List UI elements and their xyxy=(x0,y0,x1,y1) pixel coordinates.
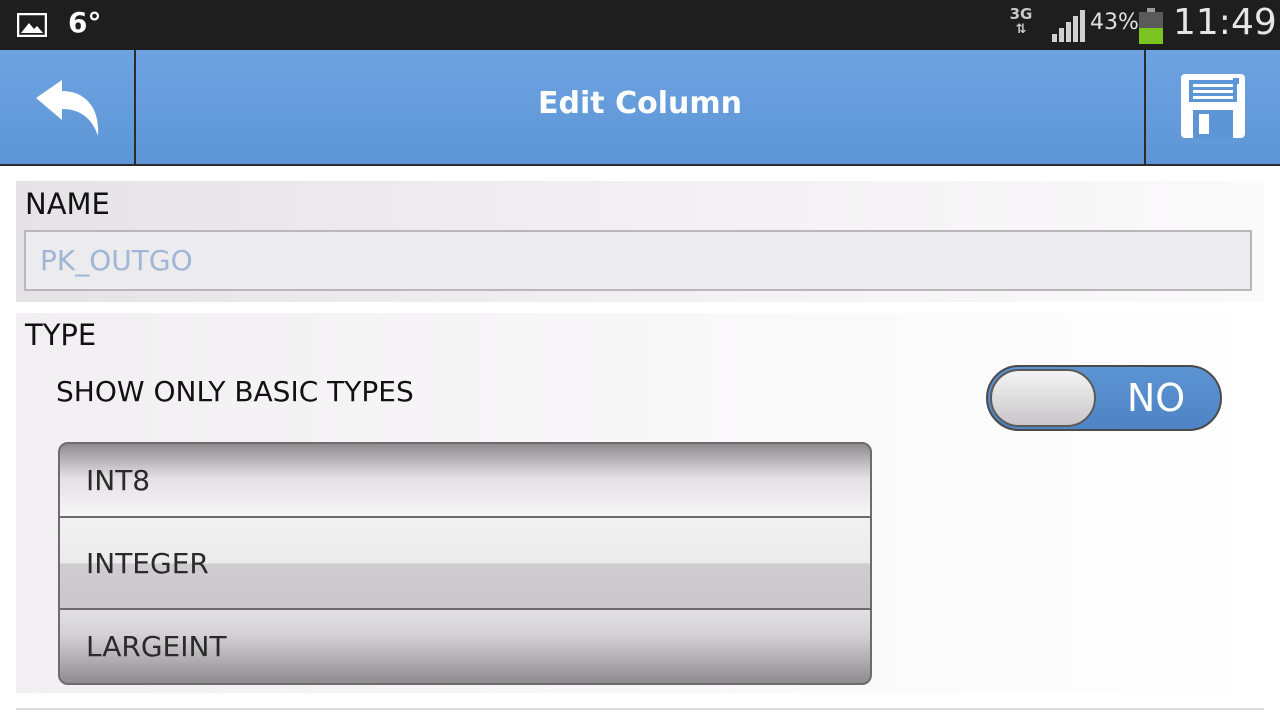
action-bar: Edit Column xyxy=(0,50,1280,166)
battery-percent-text: 43% xyxy=(1090,10,1139,35)
network-type-text: 3G xyxy=(1009,5,1033,23)
toggle-knob[interactable] xyxy=(990,369,1096,427)
name-label: NAME xyxy=(25,187,110,221)
picker-item-selected[interactable]: INTEGER xyxy=(86,547,209,580)
save-floppy-icon xyxy=(1181,74,1245,138)
gallery-icon xyxy=(17,13,47,37)
save-button[interactable] xyxy=(1144,50,1280,164)
page-title: Edit Column xyxy=(538,86,742,121)
type-label: TYPE xyxy=(25,318,97,352)
network-arrows-icon: ⇅ xyxy=(1015,22,1027,37)
divider xyxy=(16,708,1264,710)
type-section: TYPE SHOW ONLY BASIC TYPES NO INT8 INTEG… xyxy=(16,313,1264,693)
basic-types-label: SHOW ONLY BASIC TYPES xyxy=(56,375,414,408)
battery-icon xyxy=(1139,8,1163,44)
temperature-text: 6° xyxy=(68,6,102,39)
back-button[interactable] xyxy=(0,50,136,164)
name-section: NAME PK_OUTGO xyxy=(16,181,1264,302)
clock-text: 11:49 xyxy=(1173,2,1277,43)
signal-icon xyxy=(1052,10,1085,42)
status-bar: 6° 3G ⇅ 43% 11:49 xyxy=(0,0,1280,50)
toggle-state-text: NO xyxy=(1126,376,1186,420)
picker-item[interactable]: INT8 xyxy=(86,464,150,497)
basic-types-toggle[interactable]: NO xyxy=(986,365,1222,431)
type-picker[interactable]: INT8 INTEGER LARGEINT xyxy=(58,442,872,685)
network-indicator: 3G ⇅ xyxy=(1007,5,1035,45)
picker-item[interactable]: LARGEINT xyxy=(86,630,227,663)
name-input[interactable]: PK_OUTGO xyxy=(24,230,1252,291)
back-arrow-icon xyxy=(36,80,99,136)
